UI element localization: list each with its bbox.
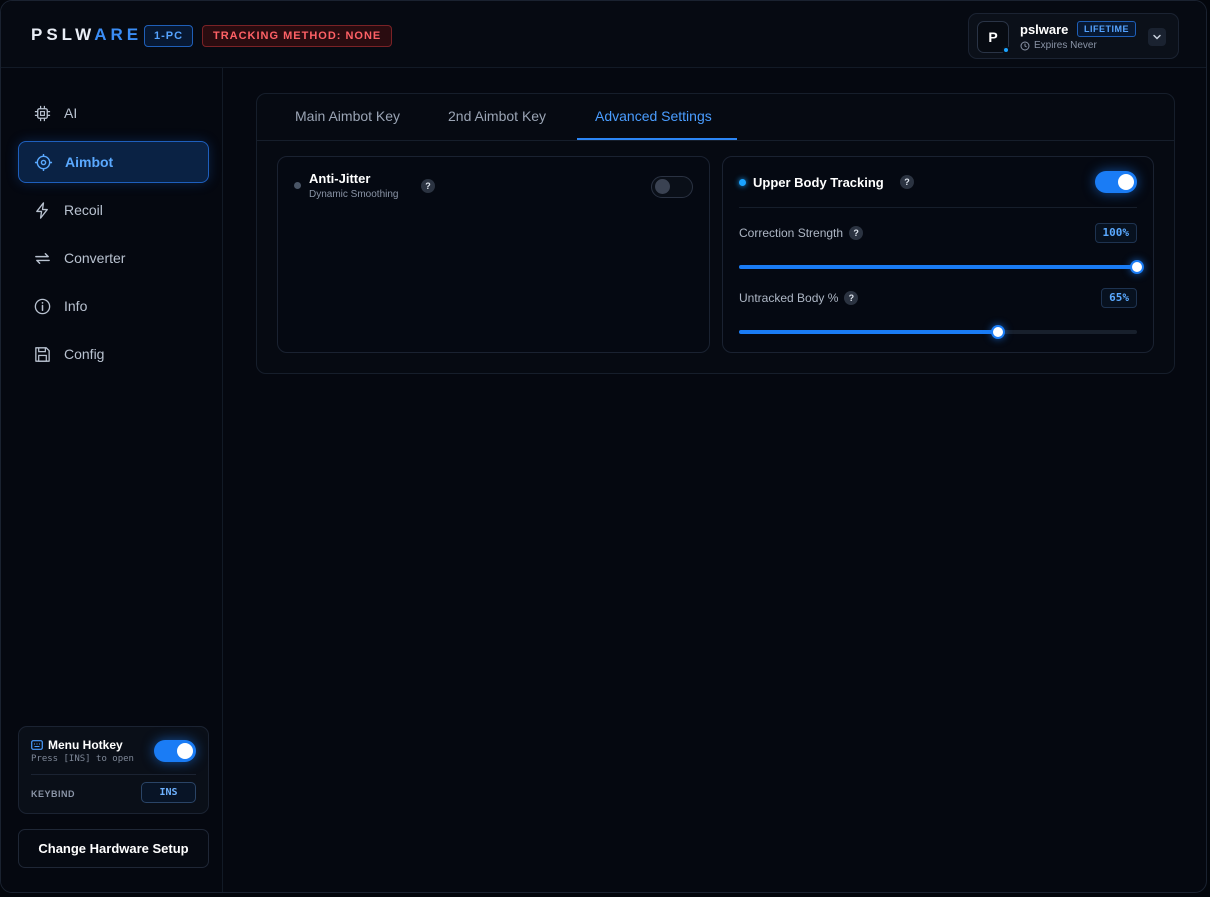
help-icon[interactable]: ? <box>844 291 859 305</box>
anti-jitter-toggle[interactable] <box>651 176 693 198</box>
chevron-down-icon <box>1153 34 1161 40</box>
header: PSLWARE 1-PC TRACKING METHOD: NONE P psl… <box>1 1 1206 68</box>
save-icon <box>35 346 50 362</box>
slider-fill <box>739 265 1137 269</box>
hotkey-subtitle: Press [INS] to open <box>31 754 134 764</box>
upper-body-tracking-card: Upper Body Tracking ? Correction Strengt… <box>722 156 1154 353</box>
expiry-info: Expires Never <box>1020 40 1097 51</box>
anti-jitter-card: Anti-Jitter Dynamic Smoothing ? <box>277 156 710 353</box>
tracking-method-badge: TRACKING METHOD: NONE <box>202 25 393 47</box>
divider <box>31 774 196 775</box>
app-window: PSLWARE 1-PC TRACKING METHOD: NONE P psl… <box>0 0 1207 893</box>
correction-strength-value[interactable]: 100% <box>1094 223 1137 243</box>
settings-panel: Main Aimbot Key 2nd Aimbot Key Advanced … <box>256 93 1175 374</box>
menu-hotkey-card: Menu Hotkey Press [INS] to open KEYBIND … <box>18 726 209 814</box>
lightning-icon <box>36 201 48 219</box>
online-status-dot <box>1002 46 1010 54</box>
sidebar-item-label: AI <box>64 105 78 121</box>
keyboard-icon <box>31 740 43 750</box>
sidebar-item-label: Aimbot <box>65 154 114 170</box>
tab-advanced-settings[interactable]: Advanced Settings <box>595 108 712 124</box>
slider-handle[interactable] <box>1130 260 1144 274</box>
keybind-button[interactable]: INS <box>141 782 196 803</box>
info-icon <box>34 298 51 314</box>
untracked-body-label: Untracked Body % ? <box>739 291 859 305</box>
plan-badge: LIFETIME <box>1077 21 1136 37</box>
status-dot <box>739 179 746 186</box>
untracked-body-slider[interactable] <box>739 325 1137 339</box>
sidebar-item-label: Converter <box>64 250 126 266</box>
help-icon[interactable]: ? <box>900 175 914 189</box>
correction-strength-label: Correction Strength ? <box>739 226 864 240</box>
sidebar-item-info[interactable]: Info <box>18 285 209 327</box>
tab-2nd-aimbot-key[interactable]: 2nd Aimbot Key <box>448 108 546 124</box>
sidebar-item-label: Info <box>64 298 88 314</box>
help-icon[interactable]: ? <box>421 179 435 193</box>
help-icon[interactable]: ? <box>849 226 864 240</box>
sidebar-item-converter[interactable]: Converter <box>18 237 209 279</box>
anti-jitter-title: Anti-Jitter <box>309 171 371 186</box>
tab-main-aimbot-key[interactable]: Main Aimbot Key <box>295 108 400 124</box>
sidebar-item-label: Recoil <box>64 202 103 218</box>
app-logo: PSLWARE <box>31 25 143 44</box>
sidebar-item-aimbot[interactable]: Aimbot <box>18 141 209 183</box>
clock-icon <box>1020 41 1030 50</box>
correction-strength-slider[interactable] <box>739 260 1144 274</box>
keybind-label: KEYBIND <box>31 789 76 799</box>
divider <box>739 207 1137 208</box>
sidebar-item-config[interactable]: Config <box>18 333 209 375</box>
untracked-body-value[interactable]: 65% <box>1101 288 1137 308</box>
hotkey-title: Menu Hotkey <box>31 738 123 752</box>
slider-handle[interactable] <box>991 325 1005 339</box>
account-menu-button[interactable] <box>1148 28 1166 46</box>
active-tab-indicator <box>577 138 737 140</box>
tab-bar: Main Aimbot Key 2nd Aimbot Key Advanced … <box>257 94 1174 141</box>
sidebar: AI Aimbot Recoil Converter Info Config M… <box>1 68 223 892</box>
menu-hotkey-toggle[interactable] <box>154 740 196 762</box>
slider-fill <box>739 330 998 334</box>
avatar: P <box>977 21 1010 54</box>
status-dot <box>294 182 301 189</box>
user-name: pslware <box>1020 22 1069 37</box>
upper-body-tracking-toggle[interactable] <box>1095 171 1137 193</box>
anti-jitter-subtitle: Dynamic Smoothing <box>309 189 399 200</box>
swap-icon <box>35 252 50 264</box>
sidebar-item-label: Config <box>64 346 105 362</box>
chip-icon <box>34 105 51 121</box>
pc-badge: 1-PC <box>144 25 194 47</box>
crosshair-icon <box>34 153 53 171</box>
sidebar-item-ai[interactable]: AI <box>18 92 209 134</box>
upper-body-tracking-title: Upper Body Tracking <box>753 175 884 190</box>
user-account-card[interactable]: P pslware LIFETIME Expires Never <box>968 13 1179 59</box>
sidebar-item-recoil[interactable]: Recoil <box>18 189 209 231</box>
change-hardware-setup-button[interactable]: Change Hardware Setup <box>18 829 209 868</box>
